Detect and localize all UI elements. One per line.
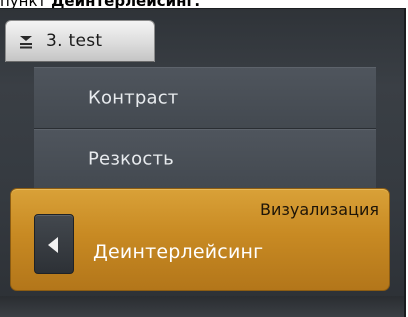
- menu-item-label: Резкость: [88, 148, 174, 170]
- category-label: Визуализация: [259, 200, 379, 219]
- menu-item-sharpness[interactable]: Резкость: [34, 129, 376, 189]
- back-button[interactable]: [34, 214, 74, 274]
- selected-menu-item[interactable]: Визуализация Деинтерлейсинг: [10, 188, 390, 291]
- collapse-menu-icon: [20, 36, 32, 49]
- arrow-left-icon: [48, 237, 58, 253]
- caption-text: пункт Деинтерлейсинг.: [0, 0, 200, 9]
- menu-item-contrast[interactable]: Контраст: [34, 67, 376, 129]
- screenshot: пункт Деинтерлейсинг. 3. test Контраст Р…: [0, 0, 408, 317]
- selected-value-label: Деинтерлейсинг: [93, 241, 264, 263]
- tab-label: 3. test: [46, 31, 103, 51]
- camera-tab[interactable]: 3. test: [5, 20, 155, 62]
- bottom-strip: [0, 296, 404, 317]
- menu-item-label: Контраст: [88, 87, 179, 109]
